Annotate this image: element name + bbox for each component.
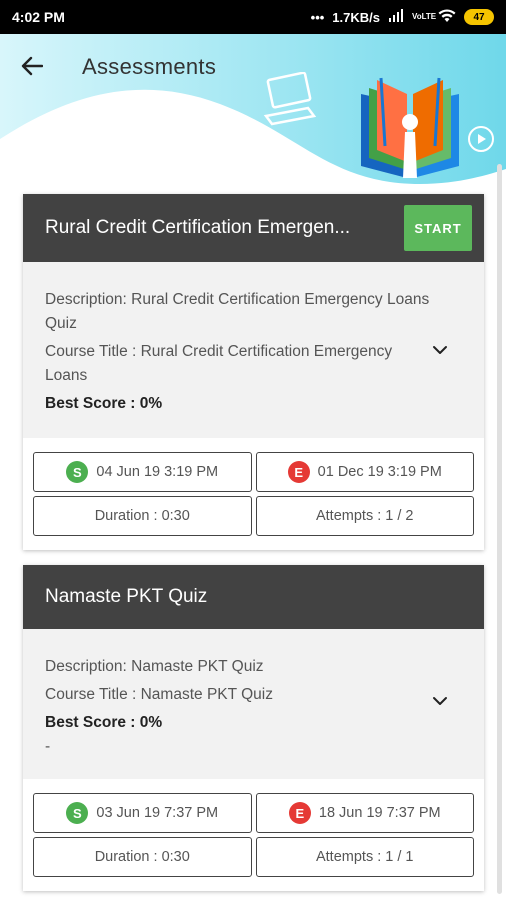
status-bar: 4:02 PM ••• 1.7KB/s VoLTE 47 [0, 0, 506, 34]
network-speed: 1.7KB/s [332, 9, 380, 25]
start-date-box: S 03 Jun 19 7:37 PM [33, 793, 252, 833]
assessment-description: Description: Namaste PKT Quiz [45, 658, 264, 675]
start-date: 03 Jun 19 7:37 PM [96, 805, 219, 821]
chevron-down-icon[interactable] [430, 340, 450, 360]
header-banner: Assessments [0, 34, 506, 204]
assessment-card-header: Namaste PKT Quiz [23, 565, 484, 629]
end-date: 18 Jun 19 7:37 PM [318, 805, 441, 821]
start-badge: S [66, 461, 89, 483]
assessment-card: Rural Credit Certification Emergen... ST… [23, 194, 484, 550]
start-date-box: S 04 Jun 19 3:19 PM [33, 452, 252, 492]
assessment-extra: - [45, 738, 51, 755]
end-badge: E [287, 461, 310, 483]
wifi-icon [438, 8, 456, 26]
assessment-course-title: Course Title : Namaste PKT Quiz [45, 686, 273, 703]
duration-box: Duration : 0:30 [33, 496, 252, 536]
start-date: 04 Jun 19 3:19 PM [96, 464, 219, 480]
back-arrow-icon[interactable] [14, 50, 50, 82]
status-time: 4:02 PM [12, 9, 65, 25]
assessment-meta: S 03 Jun 19 7:37 PM E 18 Jun 19 7:37 PM … [23, 779, 484, 891]
assessment-best-score: Best Score : 0% [45, 714, 163, 731]
assessment-title: Rural Credit Certification Emergen... [45, 217, 351, 238]
chevron-down-icon[interactable] [430, 691, 450, 711]
duration-box: Duration : 0:30 [33, 837, 252, 877]
assessment-best-score: Best Score : 0% [45, 395, 163, 412]
duration: Duration : 0:30 [94, 849, 190, 865]
book-logo [361, 77, 459, 178]
start-button[interactable]: START [404, 205, 472, 251]
end-date-box: E 01 Dec 19 3:19 PM [255, 452, 474, 492]
assessment-description: Description: Rural Credit Certification … [45, 291, 430, 332]
end-badge: E [288, 802, 311, 824]
assessment-card: Namaste PKT Quiz Description: Namaste PK… [23, 565, 484, 891]
end-date: 01 Dec 19 3:19 PM [317, 464, 442, 480]
laptop-icon [263, 72, 317, 126]
attempts: Attempts : 1 / 2 [315, 508, 414, 524]
more-dots-icon: ••• [310, 9, 325, 25]
assessment-card-header: Rural Credit Certification Emergen... ST… [23, 194, 484, 262]
attempts: Attempts : 1 / 1 [315, 849, 414, 865]
scrollbar[interactable] [497, 164, 502, 894]
play-circle-icon [468, 126, 494, 152]
attempts-box: Attempts : 1 / 1 [255, 837, 474, 877]
start-badge: S [66, 802, 89, 824]
duration: Duration : 0:30 [94, 508, 190, 524]
assessment-details: Description: Rural Credit Certification … [23, 262, 484, 438]
assessment-title: Namaste PKT Quiz [45, 586, 208, 607]
assessment-details: Description: Namaste PKT Quiz Course Tit… [23, 629, 484, 779]
volte-label: VoLTE [412, 12, 437, 21]
battery-icon: 47 [464, 9, 494, 25]
status-icons: ••• 1.7KB/s VoLTE 47 [310, 8, 494, 26]
assessment-meta: S 04 Jun 19 3:19 PM E 01 Dec 19 3:19 PM … [23, 438, 484, 550]
page-title: Assessments [82, 54, 217, 79]
assessment-course-title: Course Title : Rural Credit Certificatio… [45, 343, 393, 384]
attempts-box: Attempts : 1 / 2 [255, 496, 474, 536]
end-date-box: E 18 Jun 19 7:37 PM [255, 793, 474, 833]
signal-icon [388, 8, 404, 26]
